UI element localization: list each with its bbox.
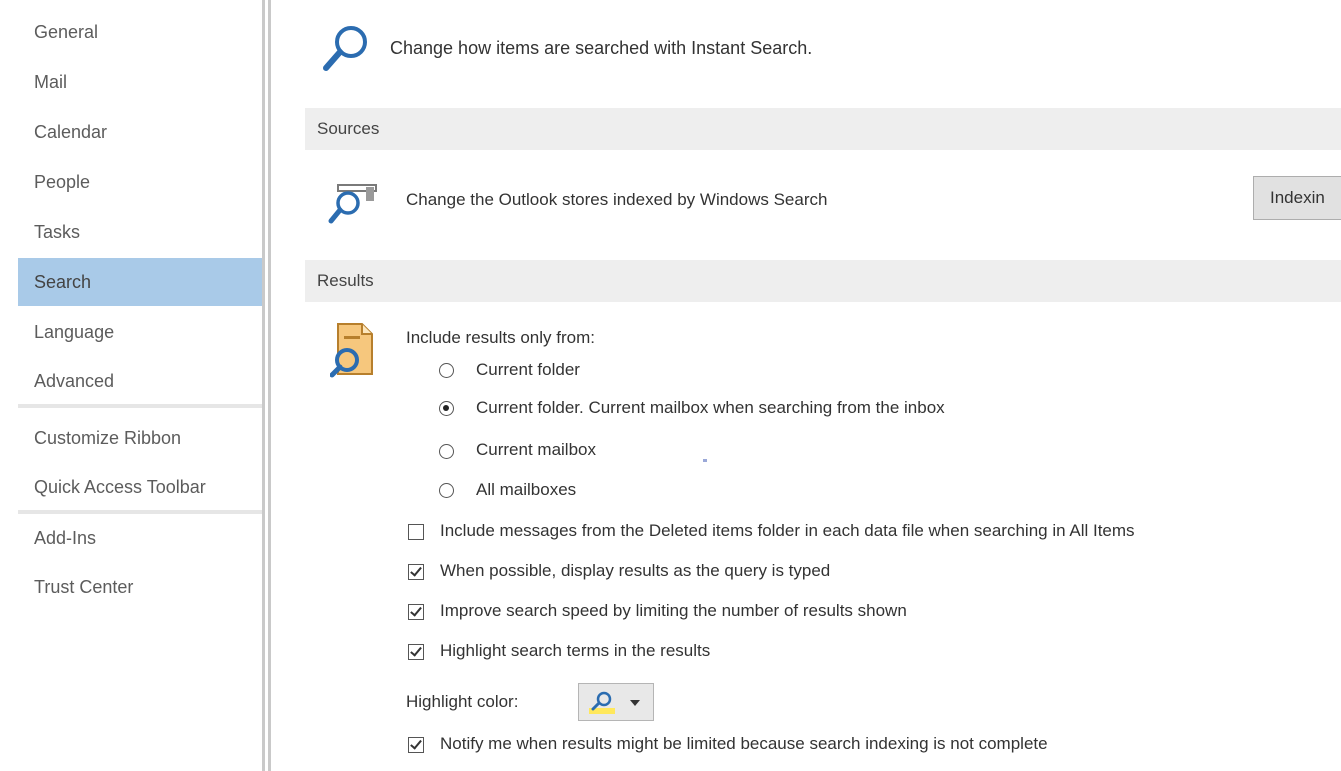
checkbox-label-display-as-typed: When possible, display results as the qu… [440, 561, 831, 580]
checkbox-label-notify-limited: Notify me when results might be limited … [440, 734, 1048, 753]
checkbox-label-highlight-terms: Highlight search terms in the results [440, 641, 711, 660]
results-section-header: Results [305, 260, 1341, 302]
options-sidebar: General Mail Calendar People Tasks Searc… [0, 0, 262, 771]
sidebar-item-language[interactable]: Language [18, 308, 262, 356]
radio-label-current-mailbox: Current mailbox [476, 440, 596, 459]
sidebar-divider [18, 404, 262, 408]
checkbox-limit-results[interactable] [408, 604, 424, 620]
sidebar-item-quick-access-toolbar[interactable]: Quick Access Toolbar [18, 463, 262, 511]
sidebar-item-trust-center[interactable]: Trust Center [18, 563, 262, 611]
sidebar-item-customize-ribbon[interactable]: Customize Ribbon [18, 414, 262, 462]
highlight-color-dropdown[interactable] [578, 683, 654, 721]
radio-current-mailbox[interactable] [439, 444, 454, 459]
stray-dot [703, 459, 707, 462]
radio-label-all-mailboxes: All mailboxes [476, 480, 577, 499]
highlight-color-label: Highlight color: [406, 692, 519, 711]
pane-splitter[interactable] [262, 0, 265, 771]
search-folder-icon [330, 323, 373, 378]
radio-current-folder-mailbox[interactable] [439, 401, 454, 416]
sidebar-item-add-ins[interactable]: Add-Ins [18, 514, 262, 562]
sidebar-item-calendar[interactable]: Calendar [18, 108, 262, 156]
radio-label-current-folder-mailbox: Current folder. Current mailbox when sea… [476, 398, 945, 417]
dropdown-arrow-icon [630, 700, 640, 706]
sidebar-item-advanced[interactable]: Advanced [18, 357, 262, 405]
highlight-search-icon [589, 691, 615, 714]
checkbox-highlight-terms[interactable] [408, 644, 424, 660]
sidebar-item-search[interactable]: Search [18, 258, 262, 306]
search-intro-text: Change how items are searched with Insta… [390, 38, 813, 58]
sidebar-item-tasks[interactable]: Tasks [18, 208, 262, 256]
indexing-options-button[interactable]: Indexin [1253, 176, 1341, 220]
radio-all-mailboxes[interactable] [439, 483, 454, 498]
pane-splitter[interactable] [268, 0, 271, 771]
sidebar-item-people[interactable]: People [18, 158, 262, 206]
checkbox-notify-limited[interactable] [408, 737, 424, 753]
indexing-stores-icon [328, 184, 377, 224]
radio-current-folder[interactable] [439, 363, 454, 378]
sources-description: Change the Outlook stores indexed by Win… [406, 190, 828, 209]
radio-label-current-folder: Current folder [476, 360, 580, 379]
sidebar-item-general[interactable]: General [18, 8, 262, 56]
include-results-label: Include results only from: [406, 328, 595, 347]
checkbox-label-include-deleted-items: Include messages from the Deleted items … [440, 521, 1135, 540]
sources-section-header: Sources [305, 108, 1341, 150]
search-magnifier-icon [323, 26, 367, 71]
checkbox-include-deleted-items[interactable] [408, 524, 424, 540]
sidebar-item-mail[interactable]: Mail [18, 58, 262, 106]
checkbox-label-limit-results: Improve search speed by limiting the num… [440, 601, 907, 620]
checkbox-display-as-typed[interactable] [408, 564, 424, 580]
